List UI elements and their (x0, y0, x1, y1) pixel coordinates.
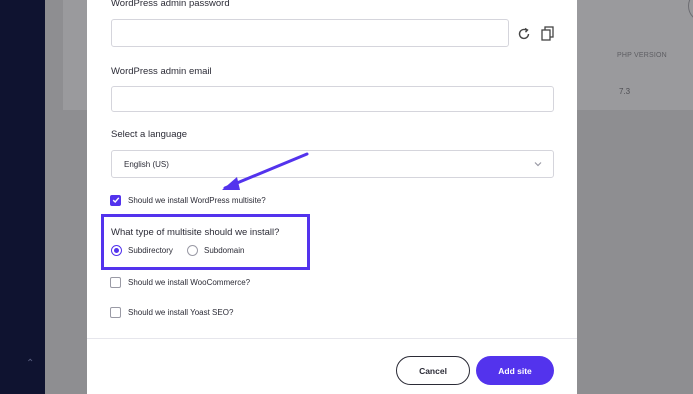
woocommerce-label: Should we install WooCommerce? (128, 277, 251, 287)
sidebar: ⌃ (0, 0, 45, 394)
subdirectory-radio[interactable] (111, 245, 122, 256)
yoast-label: Should we install Yoast SEO? (128, 307, 234, 317)
multisite-type-highlight (101, 214, 310, 270)
multisite-option[interactable]: Should we install WordPress multisite? (110, 193, 266, 207)
chevron-down-icon (534, 162, 542, 167)
background-button (688, 0, 693, 22)
email-field[interactable] (111, 86, 554, 112)
php-version-value: 7.3 (619, 87, 631, 96)
chevron-up-icon[interactable]: ⌃ (26, 358, 34, 369)
checkmark-icon (112, 197, 119, 204)
yoast-option[interactable]: Should we install Yoast SEO? (110, 305, 233, 319)
radio-subdomain[interactable]: Subdomain (187, 245, 244, 256)
multisite-label: Should we install WordPress multisite? (128, 195, 266, 205)
multisite-checkbox[interactable] (110, 194, 121, 206)
cancel-button[interactable]: Cancel (396, 356, 470, 385)
subdomain-label: Subdomain (204, 246, 245, 255)
annotation-arrow (222, 152, 309, 190)
yoast-checkbox[interactable] (110, 306, 121, 318)
language-selected: English (US) (124, 160, 169, 169)
language-select[interactable]: English (US) (111, 150, 554, 178)
woocommerce-option[interactable]: Should we install WooCommerce? (110, 275, 250, 289)
email-label: WordPress admin email (111, 66, 212, 77)
password-field[interactable] (111, 19, 509, 47)
subdomain-radio[interactable] (187, 245, 198, 256)
password-label: WordPress admin password (111, 0, 230, 9)
woocommerce-checkbox[interactable] (110, 276, 121, 288)
add-site-modal: WordPress admin password WordPress admin… (87, 0, 577, 394)
multisite-type-question: What type of multisite should we install… (111, 227, 280, 238)
copy-icon[interactable] (541, 26, 554, 41)
radio-subdirectory[interactable]: Subdirectory (111, 245, 173, 256)
subdirectory-label: Subdirectory (128, 246, 173, 255)
footer-divider (87, 338, 577, 339)
language-label: Select a language (111, 129, 188, 140)
refresh-icon[interactable] (517, 27, 531, 41)
add-site-button[interactable]: Add site (476, 356, 554, 385)
php-version-header: PHP VERSION (617, 52, 667, 59)
